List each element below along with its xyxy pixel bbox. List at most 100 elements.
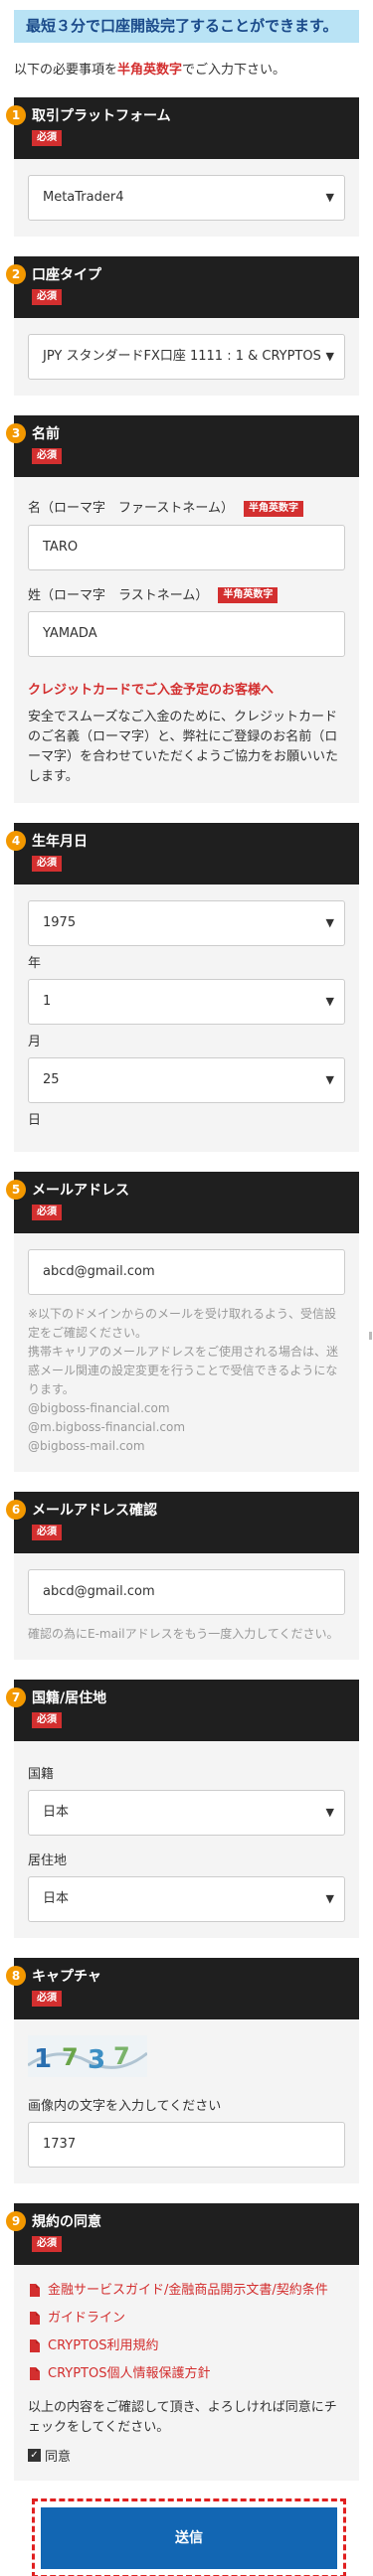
- captcha-input[interactable]: 1737: [28, 2122, 345, 2168]
- section-title: 国籍/居住地: [32, 1690, 107, 1706]
- chevron-down-icon: ▼: [325, 995, 334, 1008]
- terms-link-financial-services-guide[interactable]: 金融サービスガイド/金融商品開示文書/契約条件: [28, 2281, 345, 2301]
- nationality-value: 日本: [43, 1805, 70, 1820]
- email-domain-note: ※以下のドメインからのメールを受け取れるよう、受信設定をご確認ください。 携帯キ…: [28, 1305, 345, 1456]
- first-name-label: 名（ローマ字 ファーストネーム） 半角英数字: [28, 497, 345, 517]
- agree-checkbox-label: 同意: [45, 2450, 72, 2465]
- section-birthday: 4 生年月日 必須 1975 ▼ 年 1 ▼ 月 25 ▼ 日: [6, 823, 359, 1152]
- step-number-badge: 5: [6, 1180, 26, 1200]
- section-header: 2 口座タイプ 必須: [6, 256, 359, 318]
- email-note-2: 携帯キャリアのメールアドレスをご使用される場合は、迷惑メール関連の設定変更を行う…: [28, 1345, 339, 1396]
- required-badge: 必須: [32, 856, 62, 872]
- last-name-label-text: 姓（ローマ字 ラストネーム）: [28, 587, 209, 603]
- section-agreement: 9 規約の同意 必須 金融サービスガイド/金融商品開示文書/契約条件 ガイドライ…: [6, 2203, 359, 2481]
- submit-highlight-frame: 送信: [32, 2498, 346, 2576]
- birth-year-select[interactable]: 1975 ▼: [28, 900, 345, 946]
- document-icon: [30, 2284, 40, 2297]
- account-type-select-value: JPY スタンダードFX口座 1111 : 1 & CRYPTOS: [43, 349, 321, 364]
- section-platform: 1 取引プラットフォーム 必須 MetaTrader4 ▼: [6, 97, 359, 237]
- section-title: 取引プラットフォーム: [32, 108, 171, 124]
- alnum-badge: 半角英数字: [243, 500, 303, 517]
- nationality-select[interactable]: 日本 ▼: [28, 1790, 345, 1836]
- platform-select-value: MetaTrader4: [43, 190, 124, 205]
- section-email: 5 メールアドレス 必須 abcd@gmail.com ※以下のドメインからのメ…: [6, 1172, 359, 1472]
- section-title: メールアドレス確認: [32, 1503, 157, 1519]
- day-label: 日: [28, 1113, 42, 1128]
- account-opening-form-page: 最短３分で口座開設完了することができます。 以下の必要事項を半角英数字でご入力下…: [0, 0, 373, 2576]
- nationality-label: 国籍: [28, 1767, 55, 1782]
- section-account-type: 2 口座タイプ 必須 JPY スタンダードFX口座 1111 : 1 & CRY…: [6, 256, 359, 396]
- section-title: 規約の同意: [32, 2214, 101, 2230]
- terms-link-guideline[interactable]: ガイドライン: [28, 2309, 345, 2329]
- birth-month-select[interactable]: 1 ▼: [28, 979, 345, 1025]
- required-badge: 必須: [32, 2236, 62, 2252]
- chevron-down-icon: ▼: [325, 1892, 334, 1905]
- alnum-badge: 半角英数字: [218, 587, 279, 603]
- required-badge: 必須: [32, 130, 62, 146]
- section-captcha: 8 キャプチャ 必須 1 7 3 7 画像内の文字を入力してください 1737: [6, 1958, 359, 2183]
- section-header: 6 メールアドレス確認 必須: [6, 1492, 359, 1553]
- terms-link-label: ガイドライン: [48, 2311, 126, 2326]
- email-confirm-input[interactable]: abcd@gmail.com: [28, 1569, 345, 1615]
- section-email-confirm: 6 メールアドレス確認 必須 abcd@gmail.com 確認の為にE-mai…: [6, 1492, 359, 1660]
- month-label: 月: [28, 1035, 42, 1049]
- section-header: 9 規約の同意 必須: [6, 2203, 359, 2265]
- step-number-badge: 7: [6, 1688, 26, 1707]
- section-title: 生年月日: [32, 834, 88, 850]
- required-badge: 必須: [32, 1205, 62, 1220]
- email-input[interactable]: abcd@gmail.com: [28, 1249, 345, 1295]
- svg-text:1: 1: [34, 2044, 52, 2074]
- first-name-input[interactable]: TARO: [28, 524, 345, 570]
- step-number-badge: 4: [6, 831, 26, 851]
- terms-link-cryptos-privacy[interactable]: CRYPTOS個人情報保護方針: [28, 2364, 345, 2384]
- birth-month-value: 1: [43, 994, 52, 1009]
- birth-year-value: 1975: [43, 915, 77, 930]
- svg-text:3: 3: [88, 2045, 105, 2075]
- credit-card-notice-heading: クレジットカードでご入金予定のお客様へ: [28, 683, 275, 698]
- step-number-badge: 9: [6, 2211, 26, 2231]
- required-badge: 必須: [32, 1525, 62, 1540]
- platform-select[interactable]: MetaTrader4 ▼: [28, 175, 345, 221]
- section-header: 7 国籍/居住地 必須: [6, 1680, 359, 1741]
- section-header: 1 取引プラットフォーム 必須: [6, 97, 359, 159]
- last-name-input[interactable]: YAMADA: [28, 611, 345, 657]
- account-type-select[interactable]: JPY スタンダードFX口座 1111 : 1 & CRYPTOS ▼: [28, 334, 345, 380]
- scrollbar-thumb[interactable]: [369, 1332, 372, 1340]
- chevron-down-icon: ▼: [325, 191, 334, 204]
- step-number-badge: 1: [6, 105, 26, 125]
- banner: 最短３分で口座開設完了することができます。: [14, 10, 359, 43]
- email-domain-2: @m.bigboss-financial.com: [28, 1420, 186, 1434]
- intro-text: 以下の必要事項を半角英数字でご入力下さい。: [14, 59, 359, 78]
- terms-link-cryptos-terms[interactable]: CRYPTOS利用規約: [28, 2336, 345, 2356]
- year-label: 年: [28, 956, 42, 971]
- section-title: メールアドレス: [32, 1183, 129, 1199]
- submit-button[interactable]: 送信: [41, 2507, 337, 2569]
- first-name-label-text: 名（ローマ字 ファーストネーム）: [28, 501, 234, 516]
- email-note-1: ※以下のドメインからのメールを受け取れるよう、受信設定をご確認ください。: [28, 1307, 337, 1340]
- chevron-down-icon: ▼: [325, 916, 334, 929]
- captcha-image: 1 7 3 7: [27, 2035, 148, 2077]
- last-name-label: 姓（ローマ字 ラストネーム） 半角英数字: [28, 584, 345, 603]
- step-number-badge: 8: [6, 1966, 26, 1986]
- document-icon: [30, 2312, 40, 2325]
- section-nationality: 7 国籍/居住地 必須 国籍 日本 ▼ 居住地 日本 ▼: [6, 1680, 359, 1938]
- agreement-instruction: 以上の内容をご確認して頂き、よろしければ同意にチェックをしてください。: [28, 2400, 337, 2435]
- intro-before: 以下の必要事項を: [14, 63, 118, 78]
- svg-text:7: 7: [62, 2043, 79, 2071]
- birth-day-value: 25: [43, 1072, 60, 1087]
- chevron-down-icon: ▼: [325, 1073, 334, 1086]
- terms-link-label: CRYPTOS利用規約: [48, 2338, 159, 2353]
- section-header: 3 名前 必須: [6, 415, 359, 477]
- chevron-down-icon: ▼: [325, 350, 334, 363]
- birth-day-select[interactable]: 25 ▼: [28, 1057, 345, 1103]
- residence-select[interactable]: 日本 ▼: [28, 1876, 345, 1922]
- intro-highlight: 半角英数字: [117, 63, 183, 78]
- step-number-badge: 2: [6, 264, 26, 284]
- agree-checkbox[interactable]: ✓: [28, 2449, 41, 2462]
- agree-checkbox-row[interactable]: ✓ 同意: [28, 2446, 345, 2465]
- terms-link-list: 金融サービスガイド/金融商品開示文書/契約条件 ガイドライン CRYPTOS利用…: [28, 2281, 345, 2384]
- required-badge: 必須: [32, 1991, 62, 2007]
- terms-link-label: 金融サービスガイド/金融商品開示文書/契約条件: [48, 2283, 328, 2298]
- email-domain-3: @bigboss-mail.com: [28, 1439, 145, 1453]
- svg-text:7: 7: [113, 2042, 130, 2070]
